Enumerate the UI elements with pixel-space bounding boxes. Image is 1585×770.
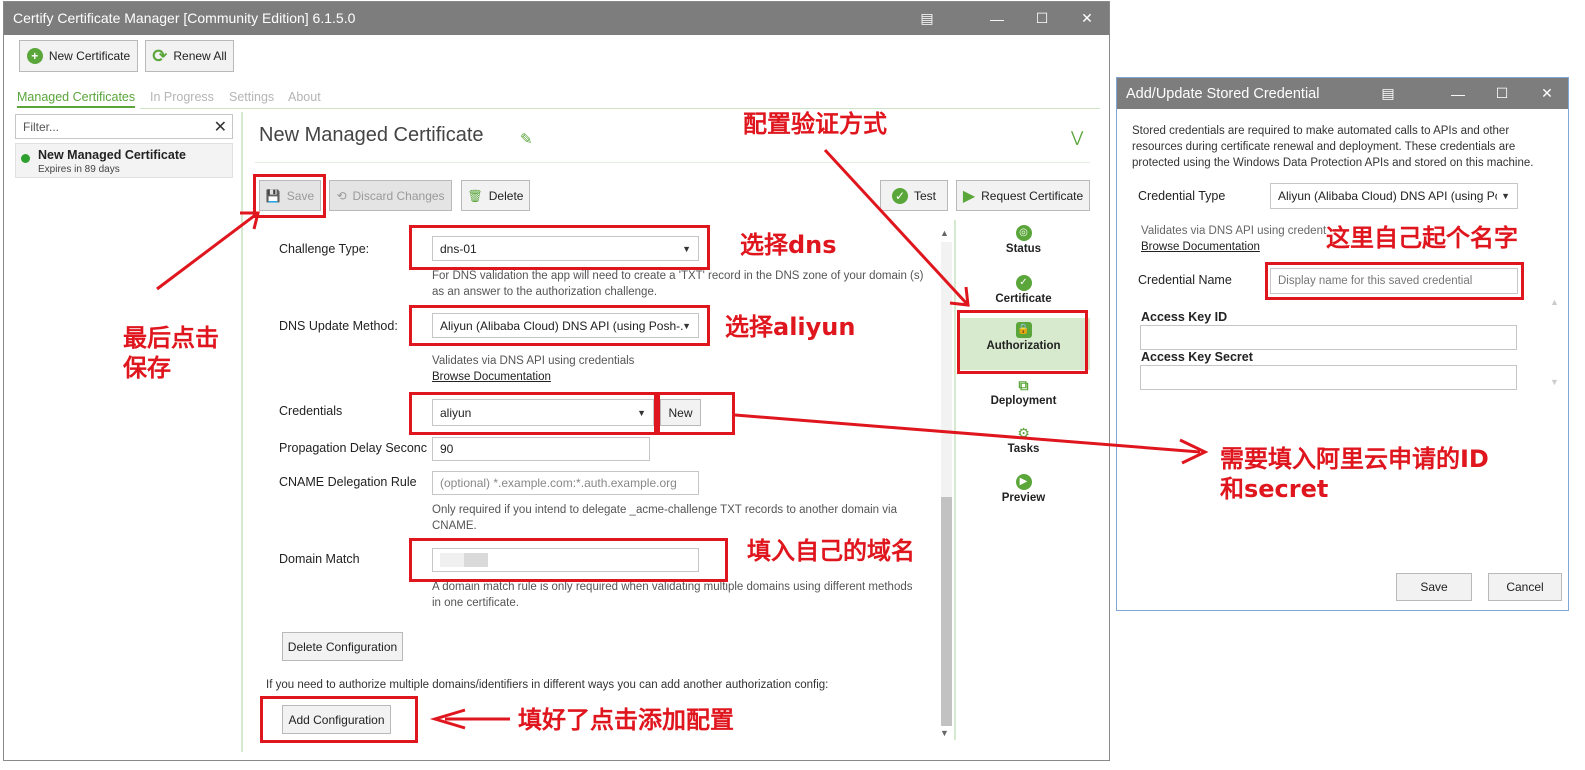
highlight-credential-name — [1265, 262, 1524, 300]
browse-documentation-link[interactable]: Browse Documentation — [432, 369, 551, 385]
nav-certificate[interactable]: ✓ Certificate — [957, 275, 1090, 305]
tab-about[interactable]: About — [288, 90, 321, 104]
status-icon: ◎ — [1015, 225, 1032, 241]
window-title: Certify Certificate Manager [Community E… — [13, 10, 356, 26]
validates-text: Validates via DNS API using credent — [1141, 225, 1327, 237]
snap-icon[interactable]: ▤ — [1365, 78, 1411, 109]
request-certificate-button[interactable]: ▶ Request Certificate — [956, 180, 1090, 211]
close-button[interactable]: ✕ — [1064, 2, 1110, 35]
renew-all-button[interactable]: ⟳ Renew All — [145, 40, 234, 72]
deployment-icon: ⧉ — [1018, 377, 1029, 393]
highlight-credentials — [409, 392, 660, 435]
test-button[interactable]: ✓ Test — [880, 180, 948, 211]
access-key-id-label: Access Key ID — [1141, 310, 1228, 324]
tab-divider — [140, 108, 1100, 109]
scroll-up-icon[interactable]: ▲ — [940, 228, 949, 238]
edit-icon[interactable]: ✎ — [520, 130, 533, 148]
dialog-cancel-button[interactable]: Cancel — [1488, 573, 1562, 601]
collapse-icon[interactable]: ⋁ — [1071, 128, 1083, 146]
dialog-intro: Stored credentials are required to make … — [1132, 125, 1534, 169]
preview-icon: ▶ — [1015, 474, 1032, 490]
annotation-fill-id-secret: 需要填入阿里云申请的ID 和secret — [1220, 445, 1489, 503]
dns-help: Validates via DNS API using credentials — [432, 355, 635, 367]
credential-type-select[interactable]: Aliyun (Alibaba Cloud) DNS API (using Pc… — [1270, 183, 1518, 209]
filter-input[interactable]: Filter... ✕ — [15, 114, 233, 139]
annotation-click-save: 最后点击 保存 — [123, 324, 219, 382]
panel-divider — [241, 112, 243, 752]
challenge-type-label: Challenge Type: — [279, 242, 370, 256]
credential-type-label: Credential Type — [1138, 189, 1226, 203]
refresh-icon: ⟳ — [152, 45, 168, 66]
annotation-choose-aliyun: 选择aliyun — [725, 313, 856, 341]
access-key-id-input[interactable] — [1140, 325, 1517, 350]
scroll-down-icon[interactable]: ▼ — [940, 728, 949, 738]
undo-icon: ⟲ — [336, 188, 347, 203]
credential-name-label: Credential Name — [1138, 273, 1232, 287]
heading-divider — [255, 162, 1090, 163]
cname-label: CNAME Delegation Rule — [279, 475, 417, 489]
annotation-add-config: 填好了点击添加配置 — [518, 706, 734, 734]
propagation-input[interactable]: 90 — [432, 437, 650, 461]
highlight-domain-match — [409, 538, 728, 582]
highlight-new-button — [654, 392, 735, 435]
highlight-add-configuration — [260, 696, 418, 743]
snap-icon[interactable]: ▤ — [904, 2, 950, 35]
domain-match-label: Domain Match — [279, 552, 360, 566]
scrollbar-thumb[interactable] — [941, 497, 952, 726]
nav-status[interactable]: ◎ Status — [957, 225, 1090, 255]
minimize-button[interactable]: — — [974, 2, 1020, 35]
delete-configuration-button[interactable]: Delete Configuration — [282, 632, 403, 661]
nav-preview[interactable]: ▶ Preview — [957, 474, 1090, 504]
highlight-authorization — [957, 310, 1088, 374]
status-dot-icon — [21, 154, 30, 163]
nav-tasks[interactable]: ⚙ Tasks — [957, 425, 1090, 455]
tab-in-progress[interactable]: In Progress — [150, 90, 214, 104]
dialog-titlebar: Add/Update Stored Credential ▤ — ☐ ✕ — [1117, 78, 1568, 109]
highlight-dns-method — [409, 305, 710, 346]
page-title: New Managed Certificate — [259, 124, 484, 146]
credentials-label: Credentials — [279, 404, 343, 418]
tab-managed-certificates[interactable]: Managed Certificates — [17, 90, 136, 108]
minimize-button[interactable]: — — [1435, 78, 1481, 109]
chevron-down-icon: ▼ — [1497, 191, 1510, 201]
dialog-title: Add/Update Stored Credential — [1126, 86, 1320, 102]
nav-divider — [954, 220, 956, 740]
maximize-button[interactable]: ☐ — [1019, 2, 1065, 35]
dialog-browse-documentation-link[interactable]: Browse Documentation — [1141, 239, 1260, 255]
annotation-own-domain: 填入自己的域名 — [747, 537, 915, 565]
gear-icon: ⚙ — [1017, 425, 1030, 441]
multi-auth-help: If you need to authorize multiple domain… — [266, 679, 829, 691]
access-key-secret-input[interactable] — [1140, 365, 1517, 390]
annotation-own-name: 这里自己起个名字 — [1326, 224, 1518, 252]
certificate-icon: ✓ — [1015, 275, 1032, 291]
propagation-label: Propagation Delay Seconc — [279, 441, 428, 455]
maximize-button[interactable]: ☐ — [1479, 78, 1525, 109]
dns-method-label: DNS Update Method: — [279, 319, 398, 333]
plus-icon: + — [26, 48, 43, 64]
domain-match-help: A domain match rule is only required whe… — [432, 581, 913, 609]
new-certificate-button[interactable]: + New Certificate — [19, 40, 138, 72]
main-titlebar: Certify Certificate Manager [Community E… — [4, 2, 1109, 35]
delete-button[interactable]: 🗑 Delete — [461, 180, 530, 211]
close-button[interactable]: ✕ — [1524, 78, 1570, 109]
cname-input[interactable]: (optional) *.example.com:*.auth.example.… — [432, 471, 699, 495]
annotation-choose-dns: 选择dns — [740, 231, 837, 259]
highlight-save — [253, 174, 326, 218]
access-key-secret-label: Access Key Secret — [1141, 350, 1253, 364]
list-item[interactable]: New Managed Certificate Expires in 89 da… — [15, 143, 233, 178]
nav-deployment[interactable]: ⧉ Deployment — [957, 377, 1090, 407]
clear-icon[interactable]: ✕ — [214, 117, 227, 137]
trash-icon: 🗑 — [467, 188, 483, 203]
discard-changes-button[interactable]: ⟲ Discard Changes — [329, 180, 452, 211]
dialog-scroll-up-icon[interactable]: ▲ — [1550, 297, 1559, 307]
check-icon: ✓ — [891, 187, 908, 204]
challenge-help: For DNS validation the app will need to … — [432, 270, 924, 298]
tab-settings[interactable]: Settings — [229, 90, 274, 104]
highlight-challenge-type — [409, 225, 710, 270]
dialog-save-button[interactable]: Save — [1396, 573, 1472, 601]
dialog-scroll-down-icon[interactable]: ▼ — [1550, 377, 1559, 387]
annotation-configure-method: 配置验证方式 — [743, 110, 887, 138]
cname-help: Only required if you intend to delegate … — [432, 504, 897, 532]
play-icon: ▶ — [962, 187, 976, 205]
